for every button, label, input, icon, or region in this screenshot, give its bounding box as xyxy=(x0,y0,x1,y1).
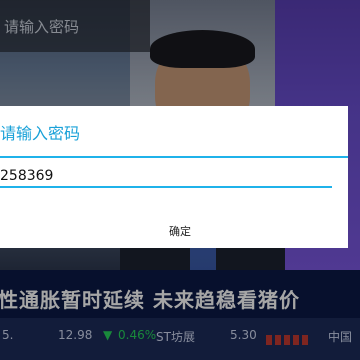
password-input-value: 258369 xyxy=(0,168,54,184)
dialog-title: 请输入密码 xyxy=(0,124,81,143)
password-dialog: 请输入密码 258369 确定 xyxy=(0,106,348,248)
password-input-underline xyxy=(0,186,332,188)
ok-button[interactable]: 确定 xyxy=(0,216,348,246)
password-input[interactable]: 258369 xyxy=(0,165,332,193)
dialog-title-divider xyxy=(0,156,348,158)
ok-button-label: 确定 xyxy=(169,225,191,238)
